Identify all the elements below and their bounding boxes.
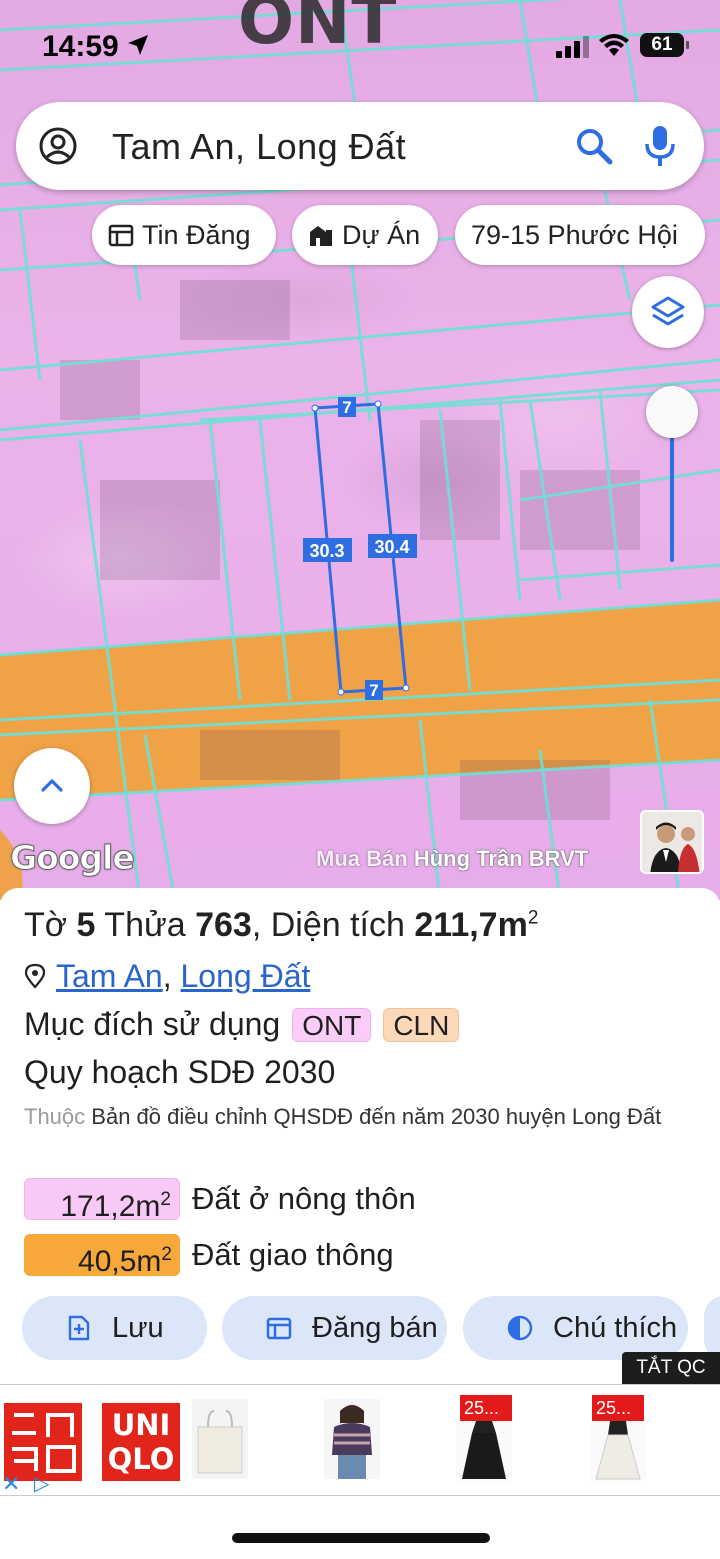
- to-label: Tờ: [24, 906, 68, 944]
- area-row-traffic: 40,5m2 Đất giao thông: [24, 1234, 394, 1278]
- location-link-district[interactable]: Long Đất: [181, 958, 311, 994]
- price-tag: 25...: [592, 1395, 644, 1421]
- chevron-up-icon: [41, 779, 63, 792]
- legend-button[interactable]: Chú thích: [463, 1296, 688, 1360]
- edge-label-top: 7: [342, 398, 351, 417]
- battery-indicator: 61: [640, 33, 689, 57]
- edge-label-left: 30.3: [309, 541, 344, 561]
- post-sale-button-label: Đăng bán: [312, 1311, 438, 1344]
- edge-label-right: 30.4: [374, 537, 409, 557]
- save-button-label: Lưu: [112, 1311, 164, 1344]
- area-type-label: Đất giao thông: [192, 1237, 394, 1272]
- microphone-icon[interactable]: [642, 124, 678, 168]
- contrast-icon: [507, 1315, 533, 1341]
- status-time: 14:59: [42, 30, 119, 63]
- wifi-icon: [599, 34, 629, 56]
- account-icon[interactable]: [38, 126, 78, 166]
- ad-close-icon[interactable]: ✕: [2, 1471, 20, 1497]
- product-black-skirt[interactable]: [456, 1421, 512, 1481]
- location-separator: ,: [162, 958, 172, 994]
- thua-label: Thửa: [104, 906, 186, 944]
- parcel-info-panel: Tờ 5 Thửa 763, Diện tích 211,7m2 Tam An,…: [0, 888, 720, 1388]
- thua-number: 763: [195, 906, 252, 944]
- area-value: 171,2m: [60, 1190, 161, 1223]
- expand-up-button[interactable]: [14, 748, 90, 824]
- product-tote-bag[interactable]: [192, 1399, 248, 1479]
- avatar-photo: [642, 812, 702, 872]
- brand-line-2: QLO: [107, 1442, 175, 1476]
- product-white-skirt[interactable]: [590, 1421, 646, 1481]
- status-bar: 14:59 61: [0, 0, 720, 90]
- area-value-box: 40,5m2: [24, 1234, 180, 1278]
- map-view[interactable]: 7 30.3 30.4 7 ONT 14:59 61 Tam An, Long …: [0, 0, 720, 900]
- chip-label: Dự Án: [342, 219, 421, 250]
- add-doc-icon: [68, 1315, 90, 1341]
- watermark: Mua Bán Hùng Trần BRVT: [316, 846, 588, 872]
- katakana-logo-icon: [12, 1413, 76, 1473]
- badge-ont: ONT: [292, 1007, 372, 1042]
- price-tag: 25...: [460, 1395, 512, 1421]
- search-input[interactable]: Tam An, Long Đất: [112, 126, 406, 168]
- area-value-box: 171,2m2: [24, 1178, 180, 1223]
- layers-icon: [651, 296, 685, 326]
- purpose-label: Mục đích sử dụng: [24, 1006, 281, 1042]
- uniqlo-logo-katakana: [4, 1403, 82, 1481]
- avatar[interactable]: [640, 810, 704, 874]
- adchoices-icon[interactable]: ▷: [34, 1471, 49, 1496]
- area-unit-sup: 2: [527, 907, 539, 929]
- area-value: 211,7m: [414, 906, 528, 944]
- plan-prefix: Thuộc: [24, 1104, 86, 1129]
- land-use-purpose: Mục đích sử dụng ONT CLN: [24, 1006, 460, 1043]
- save-button[interactable]: Lưu: [22, 1296, 207, 1360]
- chip-label: 79-15 Phước Hội: [471, 219, 678, 250]
- search-icon[interactable]: [574, 126, 614, 166]
- area-type-label: Đất ở nông thôn: [192, 1181, 416, 1216]
- chip-phuoc-hoi[interactable]: 79-15 Phước Hội: [455, 205, 705, 265]
- location-arrow-icon: [128, 35, 148, 55]
- chip-tin-dang[interactable]: Tin Đăng: [92, 205, 276, 265]
- parcel-title: Tờ 5 Thửa 763, Diện tích 211,7m2: [24, 906, 538, 945]
- calendar-icon: [108, 224, 134, 247]
- area-label: , Diện tích: [251, 906, 405, 944]
- plan-desc-text: Bản đồ điều chỉnh QHSDĐ đến năm 2030 huy…: [91, 1104, 662, 1129]
- plan-description: Thuộc Bản đồ điều chỉnh QHSDĐ đến năm 20…: [24, 1100, 684, 1134]
- search-bar[interactable]: Tam An, Long Đất: [16, 102, 704, 190]
- area-row-residential: 171,2m2 Đất ở nông thôn: [24, 1178, 416, 1223]
- watermark-name: Hùng Trần BRVT: [413, 846, 589, 871]
- more-actions-button[interactable]: [704, 1296, 720, 1360]
- google-logo: Google: [10, 838, 136, 878]
- plan-title: Quy hoạch SDĐ 2030: [24, 1054, 336, 1090]
- close-ad-button[interactable]: TẮT QC: [622, 1352, 720, 1384]
- area-value: 40,5m: [78, 1245, 162, 1278]
- edge-label-bottom: 7: [369, 681, 378, 700]
- zoom-slider-handle[interactable]: [646, 386, 698, 438]
- calendar-icon: [266, 1317, 292, 1340]
- buildings-icon: [310, 226, 332, 246]
- home-indicator[interactable]: [232, 1533, 490, 1543]
- product-sweater[interactable]: [324, 1399, 380, 1479]
- badge-cln: CLN: [383, 1007, 460, 1042]
- area-unit-sup: 2: [161, 1244, 172, 1265]
- chip-label: Tin Đăng: [142, 219, 251, 250]
- layers-button[interactable]: [632, 276, 704, 348]
- post-sale-button[interactable]: Đăng bán: [222, 1296, 447, 1360]
- to-number: 5: [76, 906, 96, 944]
- location-pin-icon: [24, 963, 46, 989]
- area-unit-sup: 2: [160, 1189, 171, 1210]
- legend-button-label: Chú thích: [553, 1311, 678, 1344]
- cellular-signal-icon: [556, 36, 589, 58]
- ad-banner[interactable]: UNI QLO 25... 25... ✕ ▷: [0, 1384, 720, 1496]
- chip-du-an[interactable]: Dự Án: [292, 205, 438, 265]
- location-row: Tam An, Long Đất: [24, 958, 310, 995]
- location-link-commune[interactable]: Tam An: [56, 958, 163, 994]
- uniqlo-logo: UNI QLO: [102, 1403, 180, 1481]
- watermark-prefix: Mua Bán: [316, 846, 408, 871]
- brand-line-1: UNI: [111, 1408, 171, 1442]
